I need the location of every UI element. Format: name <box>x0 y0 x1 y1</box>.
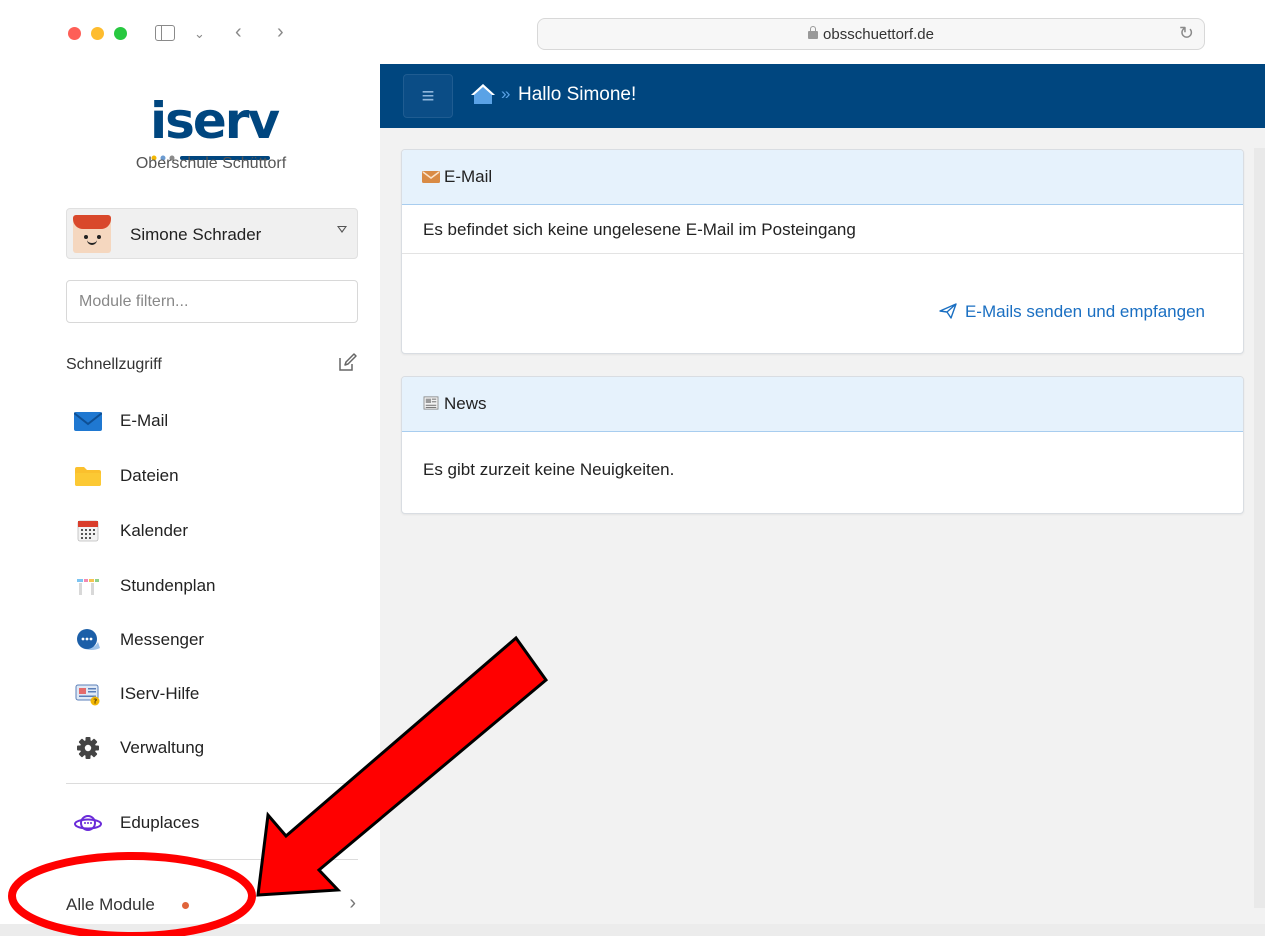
email-card-title: E-Mail <box>444 167 493 186</box>
all-modules-label: Alle Module <box>66 895 155 914</box>
email-status-text: Es befindet sich keine ungelesene E-Mail… <box>423 220 856 239</box>
news-card: News Es gibt zurzeit keine Neuigkeiten. <box>401 376 1244 514</box>
email-card-header: E-Mail <box>402 150 1243 205</box>
sidebar-toggle-icon[interactable] <box>155 25 175 41</box>
top-navigation-bar: ≡ » Hallo Simone! <box>380 64 1265 128</box>
paper-plane-icon <box>939 303 957 319</box>
sidebar-divider <box>66 783 358 784</box>
lock-icon <box>808 26 819 39</box>
iserv-logo[interactable]: iserv <box>150 90 282 161</box>
chevron-right-icon: › <box>349 892 356 914</box>
gear-icon <box>77 737 99 759</box>
forward-icon[interactable]: › <box>277 20 284 44</box>
card-divider <box>402 253 1243 254</box>
home-icon[interactable] <box>470 82 496 106</box>
timetable-icon <box>77 579 99 595</box>
newspaper-icon <box>423 396 439 410</box>
horizontal-scrollbar[interactable] <box>0 924 1265 936</box>
caret-down-icon <box>337 226 347 233</box>
sidebar-item-label: E-Mail <box>120 411 169 430</box>
sidebar-item-help[interactable]: ? IServ-Hilfe <box>66 674 358 714</box>
planet-icon <box>74 815 102 831</box>
sidebar-item-label: IServ-Hilfe <box>120 684 200 703</box>
module-filter-input[interactable] <box>66 280 358 323</box>
sidebar-item-messenger[interactable]: Messenger <box>66 620 358 660</box>
sidebar-item-label: Dateien <box>120 466 179 485</box>
sidebar-item-label: Messenger <box>120 630 205 649</box>
minimize-window-button[interactable] <box>91 27 104 40</box>
user-menu[interactable]: Simone Schrader <box>66 208 358 259</box>
sidebar-item-label: Stundenplan <box>120 576 216 595</box>
logo-wordmark: iserv <box>150 92 279 150</box>
inbox-icon <box>422 171 440 183</box>
vertical-scrollbar[interactable] <box>1254 148 1265 908</box>
send-receive-email-link[interactable]: E-Mails senden und empfangen <box>939 302 1205 322</box>
screen: ⌄ ‹ › obsschuettorf.de ↻ iserv Oberschul… <box>0 0 1265 936</box>
news-card-title: News <box>444 394 487 413</box>
user-name: Simone Schrader <box>130 225 262 244</box>
sidebar-item-calendar[interactable]: Kalender <box>66 511 358 551</box>
browser-toolbar: ⌄ ‹ › obsschuettorf.de ↻ <box>0 0 1265 64</box>
sidebar-item-email[interactable]: E-Mail <box>66 401 358 441</box>
back-icon[interactable]: ‹ <box>235 20 242 44</box>
page-title: Hallo Simone! <box>518 84 637 105</box>
news-status-text: Es gibt zurzeit keine Neuigkeiten. <box>423 460 675 479</box>
close-window-button[interactable] <box>68 27 81 40</box>
main-content: ≡ » Hallo Simone! E-Mail Es befindet sic… <box>380 64 1265 936</box>
all-modules-button[interactable]: Alle Module › <box>66 884 358 924</box>
folder-icon <box>75 467 101 486</box>
calendar-icon <box>77 520 99 542</box>
url-text: obsschuettorf.de <box>823 26 934 43</box>
reload-icon[interactable]: ↻ <box>1179 23 1194 44</box>
svg-text:?: ? <box>93 698 97 706</box>
sidebar-item-label: Verwaltung <box>120 738 205 757</box>
sidebar-item-administration[interactable]: Verwaltung <box>66 728 358 768</box>
avatar <box>73 215 111 253</box>
sidebar-divider <box>66 859 358 860</box>
email-card: E-Mail Es befindet sich keine ungelesene… <box>401 149 1244 354</box>
send-receive-email-label: E-Mails senden und empfangen <box>964 302 1205 321</box>
envelope-icon <box>74 412 102 431</box>
zoom-window-button[interactable] <box>114 27 127 40</box>
sidebar-item-timetable[interactable]: Stundenplan <box>66 566 358 606</box>
sidebar: iserv Oberschule Schüttorf Simone Schrad… <box>50 64 380 936</box>
chat-bubble-icon <box>77 629 100 650</box>
news-card-header: News <box>402 377 1243 432</box>
hamburger-menu-button[interactable]: ≡ <box>403 74 453 118</box>
sidebar-item-label: Kalender <box>120 521 189 540</box>
edit-icon[interactable] <box>336 352 358 374</box>
breadcrumb-separator: » <box>501 84 511 103</box>
sidebar-item-eduplaces[interactable]: Eduplaces <box>66 803 358 843</box>
address-bar[interactable]: obsschuettorf.de ↻ <box>537 18 1205 50</box>
sidebar-item-files[interactable]: Dateien <box>66 456 358 496</box>
sidebar-item-label: Eduplaces <box>120 813 200 832</box>
help-icon: ? <box>75 684 100 706</box>
quick-access-title: Schnellzugriff <box>66 356 162 373</box>
chevron-down-icon[interactable]: ⌄ <box>194 22 205 46</box>
notification-dot <box>182 902 189 909</box>
school-name: Oberschule Schüttorf <box>135 155 287 172</box>
